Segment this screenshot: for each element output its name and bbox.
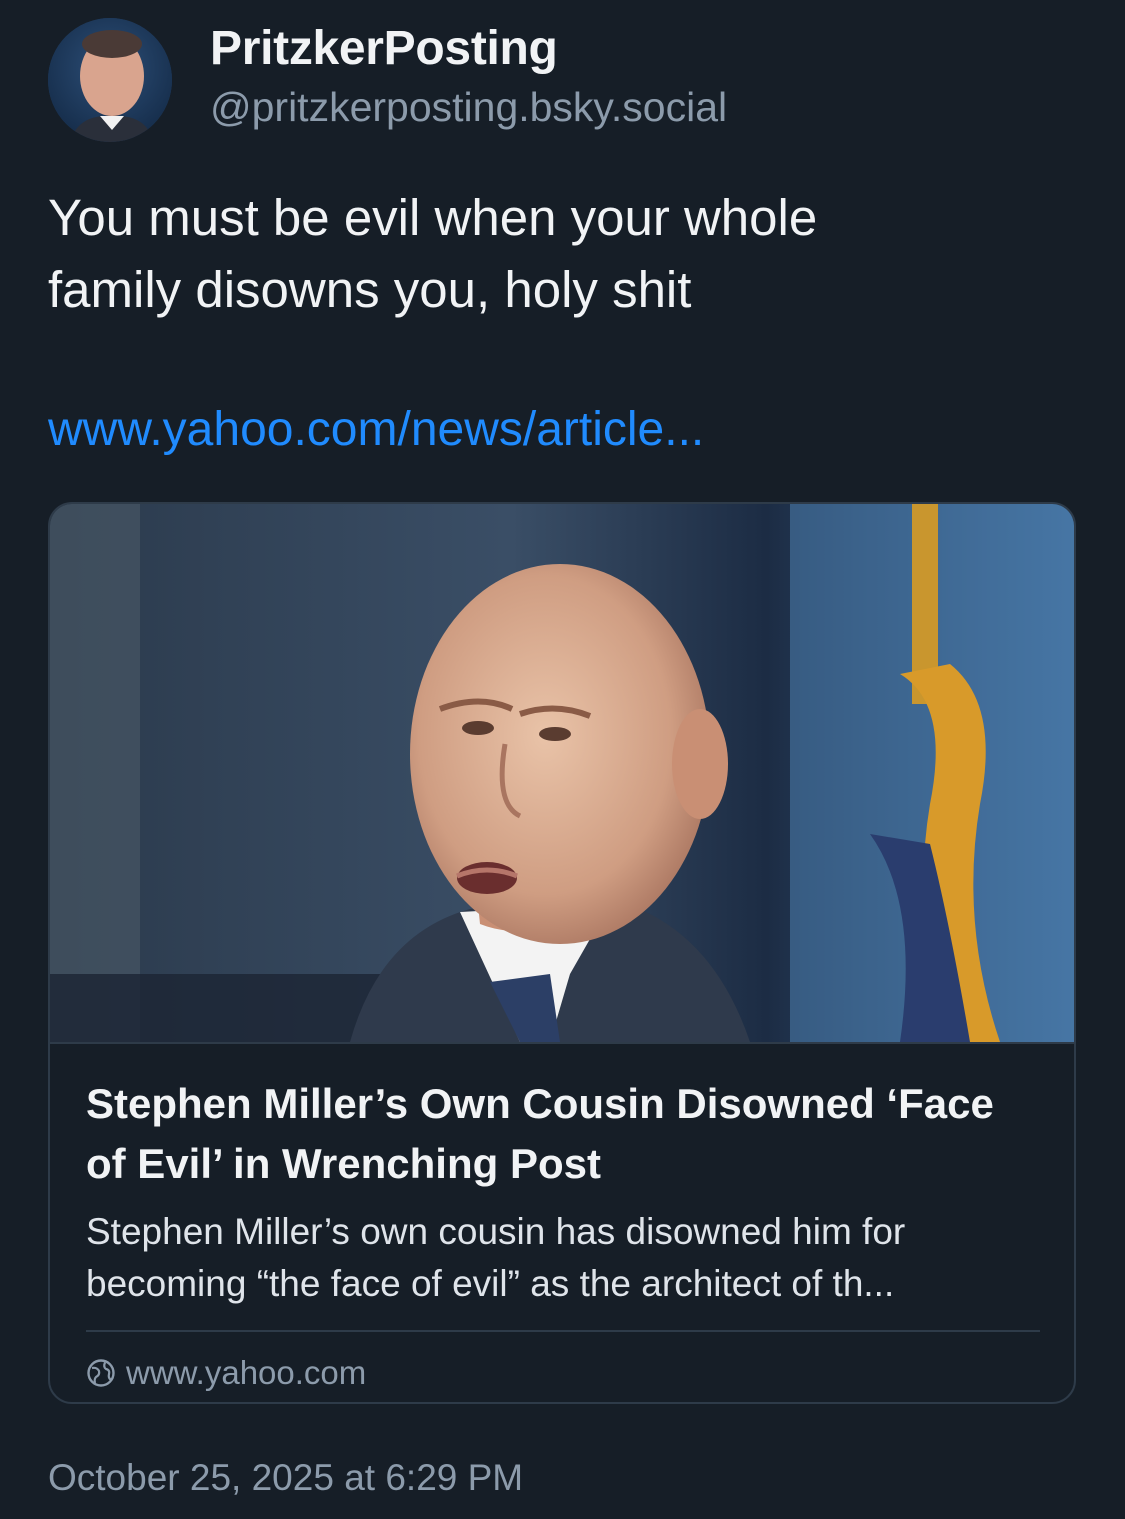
link-preview-card[interactable]: Stephen Miller’s Own Cousin Disowned ‘Fa… xyxy=(48,502,1076,1404)
author-handle[interactable]: @pritzkerposting.bsky.social xyxy=(210,80,727,134)
card-domain-label: www.yahoo.com xyxy=(126,1354,367,1391)
card-description: Stephen Miller’s own cousin has disowned… xyxy=(86,1211,906,1304)
globe-icon xyxy=(87,1359,115,1387)
card-divider xyxy=(86,1330,1040,1332)
avatar-image xyxy=(48,18,172,142)
post-header: PritzkerPosting @pritzkerposting.bsky.so… xyxy=(48,18,727,142)
author-names: PritzkerPosting @pritzkerposting.bsky.so… xyxy=(210,20,727,134)
post-timestamp[interactable]: October 25, 2025 at 6:29 PM xyxy=(48,1452,523,1504)
avatar[interactable] xyxy=(48,18,172,142)
card-domain: www.yahoo.com xyxy=(86,1354,1038,1392)
post-link[interactable]: www.yahoo.com/news/article... xyxy=(48,398,704,462)
card-body: Stephen Miller’s Own Cousin Disowned ‘Fa… xyxy=(50,1044,1074,1392)
post-thread-item: PritzkerPosting @pritzkerposting.bsky.so… xyxy=(0,0,1125,1519)
card-title: Stephen Miller’s Own Cousin Disowned ‘Fa… xyxy=(86,1080,994,1187)
author-display-name[interactable]: PritzkerPosting xyxy=(210,20,727,78)
post-text: You must be evil when your whole family … xyxy=(48,189,818,318)
card-thumbnail-image xyxy=(50,504,1074,1044)
